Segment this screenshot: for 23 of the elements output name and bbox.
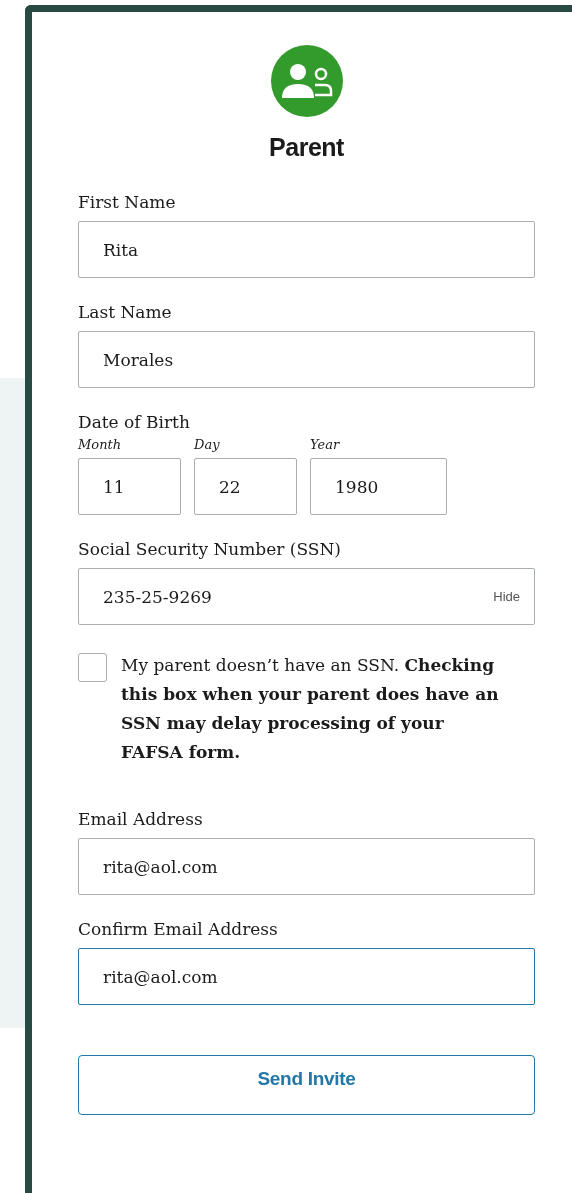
field-label: Confirm Email Address [78,919,278,939]
field-label: First Name [78,192,176,212]
text-field[interactable]: Morales [78,331,535,388]
people-icon [270,45,343,117]
text-field[interactable]: rita@aol.com [78,838,535,895]
send-invite-button[interactable]: Send Invite [78,1055,535,1115]
text-field[interactable]: Rita [78,221,535,278]
date-part-label: Day [194,437,220,452]
field-label: Email Address [78,809,203,829]
section-title: Parent [269,133,344,162]
field-label: Social Security Number (SSN) [78,539,341,559]
date-field[interactable]: 1980 [310,458,447,515]
date-field[interactable]: 11 [78,458,181,515]
ssn-field[interactable]: 235-25-9269 Hide [78,568,535,625]
hide-button[interactable]: Hide [493,589,520,604]
date-part-label: Year [310,437,340,452]
text-field[interactable]: rita@aol.com [78,948,535,1005]
field-label: Last Name [78,302,172,322]
checkbox[interactable] [78,653,107,682]
checkbox-label: My parent doesn’t have an SSN. Checking this box when your parent does have an SSN may delay processing of your FAFSA form. [121,654,500,764]
date-field[interactable]: 22 [194,458,297,515]
date-part-label: Month [78,437,122,452]
field-label: Date of Birth [78,412,190,432]
